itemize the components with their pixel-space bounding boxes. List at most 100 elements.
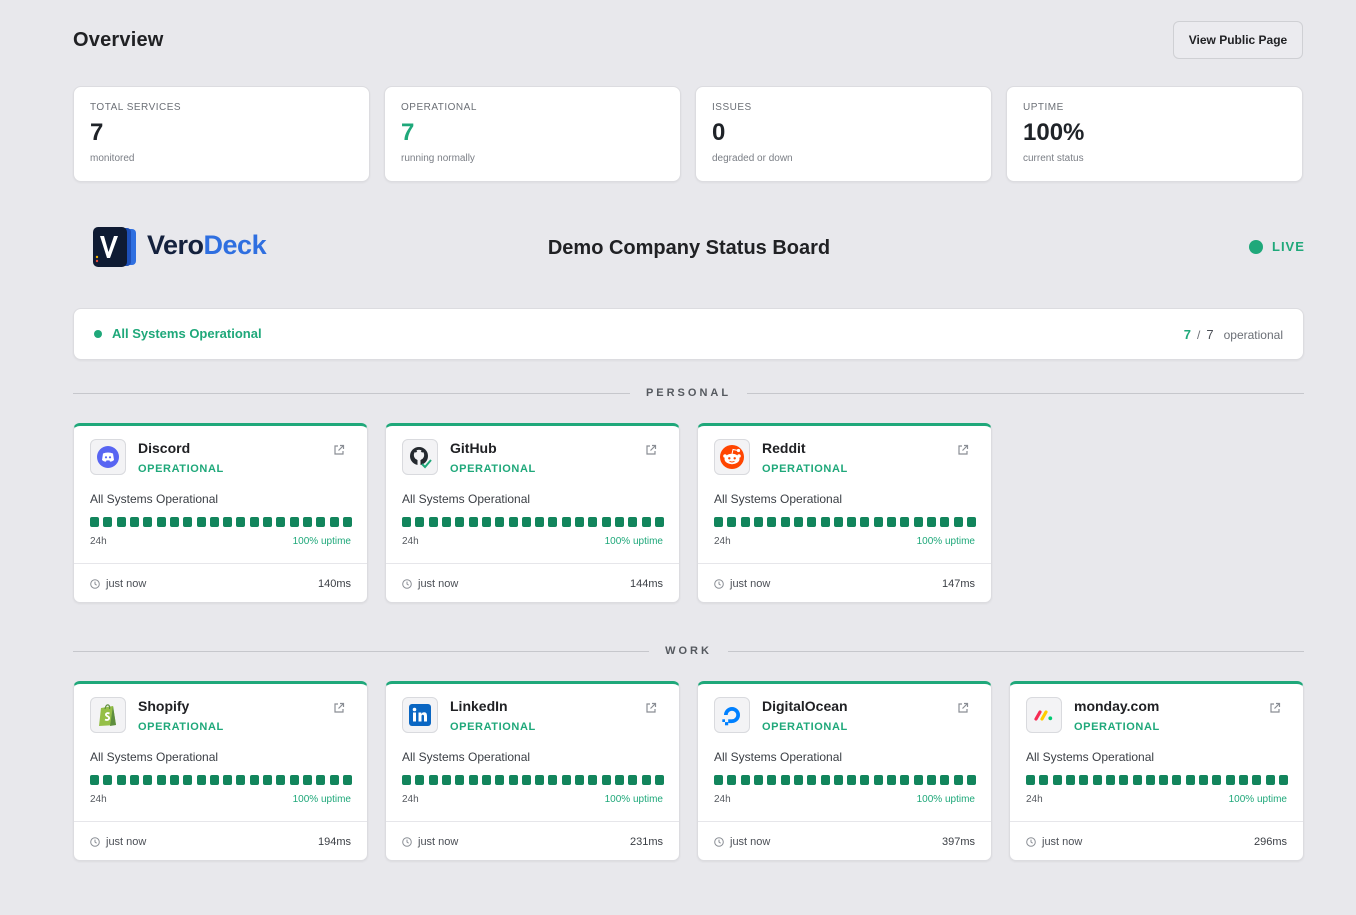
stat-subtext: degraded or down [712, 153, 793, 164]
uptime-segment [601, 775, 611, 785]
uptime-segment [276, 775, 286, 785]
uptime-segment [793, 517, 803, 527]
uptime-segment [428, 517, 438, 527]
uptime-segment [966, 517, 976, 527]
uptime-segment [521, 517, 531, 527]
view-public-page-button[interactable]: View Public Page [1173, 21, 1303, 59]
status-board-title: Demo Company Status Board [547, 237, 831, 259]
service-card-github[interactable]: GitHub OPERATIONAL All Systems Operation… [385, 423, 680, 603]
systems-status-banner: All Systems Operational 7 / 7 operationa… [73, 308, 1304, 360]
last-checked: just now [90, 836, 146, 848]
external-link-icon[interactable] [333, 702, 345, 714]
external-link-icon[interactable] [333, 444, 345, 456]
service-card-linkedin[interactable]: LinkedIn OPERATIONAL All Systems Operati… [385, 681, 680, 861]
uptime-segment [940, 775, 950, 785]
service-card-digitalocean[interactable]: DigitalOcean OPERATIONAL All Systems Ope… [697, 681, 992, 861]
uptime-percent: 100% uptime [604, 536, 663, 547]
uptime-segment [727, 775, 737, 785]
external-link-icon[interactable] [1269, 702, 1281, 714]
service-status: OPERATIONAL [762, 463, 848, 475]
service-icon [90, 697, 126, 733]
uptime-period: 24h [714, 536, 731, 547]
uptime-segment [887, 775, 897, 785]
total-count-value: 7 [1206, 327, 1214, 342]
uptime-segment [196, 517, 206, 527]
service-card-reddit[interactable]: Reddit OPERATIONAL All Systems Operation… [697, 423, 992, 603]
last-checked-text: just now [730, 836, 771, 848]
external-link-icon[interactable] [645, 702, 657, 714]
uptime-segment [561, 775, 571, 785]
service-message: All Systems Operational [90, 492, 219, 506]
overall-status-text: All Systems Operational [112, 326, 262, 341]
shopify-icon [99, 704, 116, 726]
service-status: OPERATIONAL [1074, 721, 1160, 733]
uptime-segment [615, 775, 624, 785]
service-card-shopify[interactable]: Shopify OPERATIONAL All Systems Operatio… [73, 681, 368, 861]
uptime-segment [276, 517, 286, 527]
service-name: LinkedIn [450, 698, 508, 714]
uptime-period: 24h [402, 536, 419, 547]
uptime-percent: 100% uptime [604, 794, 663, 805]
uptime-segment [767, 517, 777, 527]
stat-label: UPTIME [1023, 102, 1064, 113]
service-status: OPERATIONAL [762, 721, 848, 733]
service-card-monday-com[interactable]: monday.com OPERATIONAL All Systems Opera… [1009, 681, 1304, 861]
uptime-segment [468, 775, 478, 785]
last-checked-text: just now [418, 578, 459, 590]
uptime-segment [833, 517, 843, 527]
uptime-segment [714, 517, 723, 527]
service-icon [402, 439, 438, 475]
uptime-segment [1199, 775, 1209, 785]
last-checked: just now [714, 836, 770, 848]
service-icon [90, 439, 126, 475]
uptime-segment [953, 775, 963, 785]
uptime-segment [441, 775, 451, 785]
uptime-segment [807, 517, 817, 527]
uptime-period: 24h [402, 794, 419, 805]
uptime-bar [90, 517, 352, 527]
uptime-percent: 100% uptime [916, 794, 975, 805]
uptime-segment [1079, 775, 1089, 785]
uptime-segment [143, 517, 153, 527]
external-link-icon[interactable] [645, 444, 657, 456]
uptime-segment [561, 517, 571, 527]
service-name: Shopify [138, 698, 190, 714]
service-card-discord[interactable]: Discord OPERATIONAL All Systems Operatio… [73, 423, 368, 603]
uptime-segment [575, 775, 585, 785]
external-link-icon[interactable] [957, 702, 969, 714]
service-icon [714, 697, 750, 733]
reddit-icon [720, 445, 744, 469]
uptime-segment [753, 517, 763, 527]
clock-icon [402, 579, 412, 589]
last-checked: just now [714, 578, 770, 590]
uptime-segment [129, 775, 139, 785]
clock-icon [1026, 837, 1036, 847]
uptime-segment [329, 775, 339, 785]
uptime-segment [953, 517, 963, 527]
uptime-segment [714, 775, 723, 785]
uptime-segment [900, 775, 910, 785]
discord-icon [97, 446, 119, 468]
uptime-segment [1026, 775, 1035, 785]
uptime-segment [156, 517, 166, 527]
uptime-segment [887, 517, 897, 527]
service-message: All Systems Operational [402, 492, 531, 506]
last-checked-text: just now [1042, 836, 1083, 848]
uptime-segment [1185, 775, 1195, 785]
operational-count: 7 / 7 operational [1184, 327, 1283, 342]
uptime-segment [548, 517, 558, 527]
clock-icon [90, 837, 100, 847]
last-checked-text: just now [106, 836, 147, 848]
operational-count-suffix: operational [1223, 328, 1283, 342]
uptime-segment [196, 775, 206, 785]
uptime-segment [900, 517, 910, 527]
external-link-icon[interactable] [957, 444, 969, 456]
uptime-segment [588, 775, 598, 785]
uptime-segment [1105, 775, 1115, 785]
uptime-segment [481, 517, 491, 527]
last-checked-text: just now [418, 836, 459, 848]
uptime-segment [1172, 775, 1182, 785]
uptime-segment [1225, 775, 1235, 785]
digitalocean-icon [722, 707, 740, 726]
uptime-segment [628, 517, 638, 527]
